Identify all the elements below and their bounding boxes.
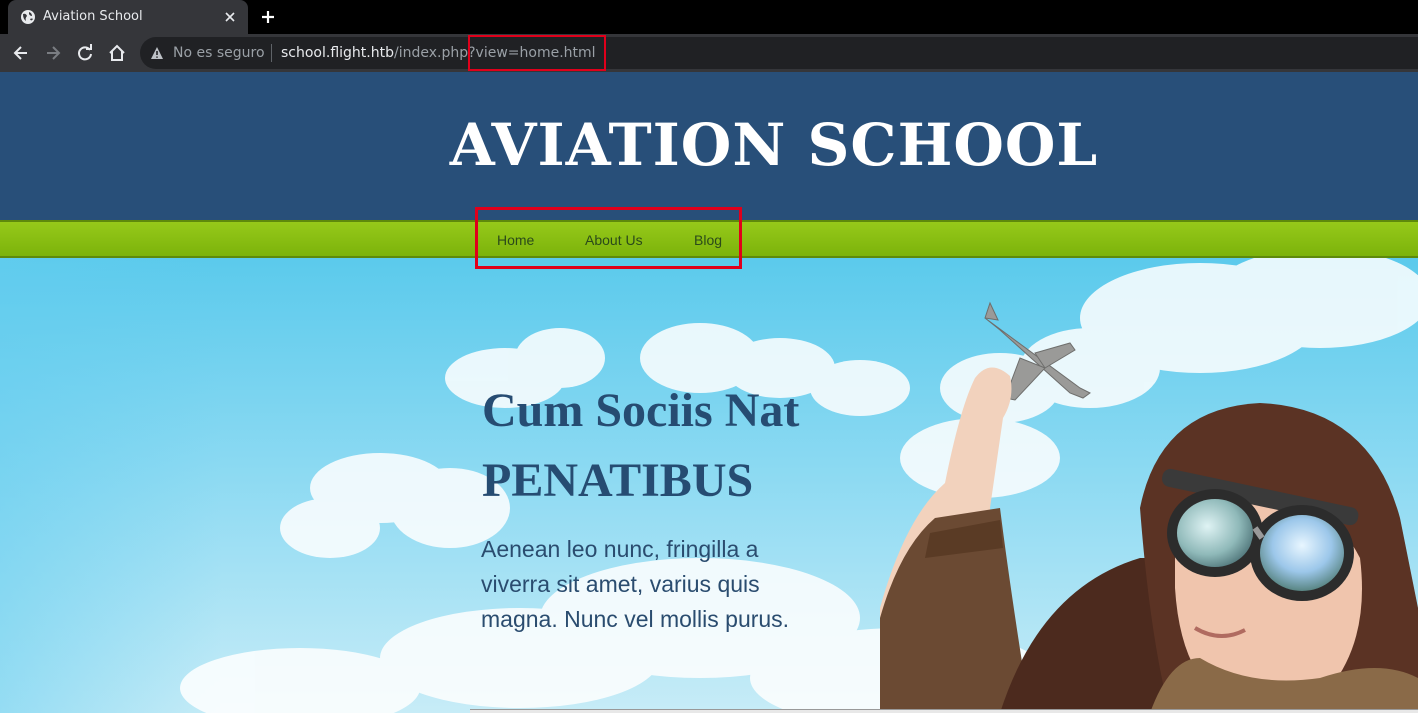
separator [271,44,272,62]
close-icon[interactable] [222,9,238,25]
url-host: school.flight.htb [281,45,394,61]
warning-icon[interactable] [150,46,164,60]
browser-tab[interactable]: Aviation School [8,0,248,34]
tab-title: Aviation School [43,9,143,24]
browser-toolbar: No es seguro school.flight.htb/index.php… [0,34,1418,72]
hero-text: Aenean leo nunc, fringilla a viverra sit… [481,536,790,632]
address-bar[interactable]: No es seguro school.flight.htb/index.php… [140,37,1418,69]
site-title: AVIATION SCHOOL [449,111,1099,179]
tab-strip: Aviation School [0,0,1418,34]
reload-icon[interactable] [75,43,95,63]
hero-heading-line2: PENATIBUS [482,454,754,507]
url-highlight-box [468,35,606,71]
hero-heading: Cum Sociis Nat PENATIBUS [482,376,882,516]
web-page: AVIATION SCHOOL Home About Us Blog Cum S… [0,72,1418,713]
home-icon[interactable] [107,43,127,63]
back-icon[interactable] [11,43,31,63]
site-header: AVIATION SCHOOL [0,72,1418,220]
plus-icon[interactable] [258,7,278,27]
hero-heading-line1: Cum Sociis Nat [482,384,800,437]
globe-icon [21,10,35,24]
forward-icon[interactable] [43,43,63,63]
nav-highlight-box [475,207,742,269]
hero-banner: Cum Sociis Nat PENATIBUS Aenean leo nunc… [0,258,1418,713]
content-box-edge [470,709,1418,713]
security-label[interactable]: No es seguro [173,45,265,61]
